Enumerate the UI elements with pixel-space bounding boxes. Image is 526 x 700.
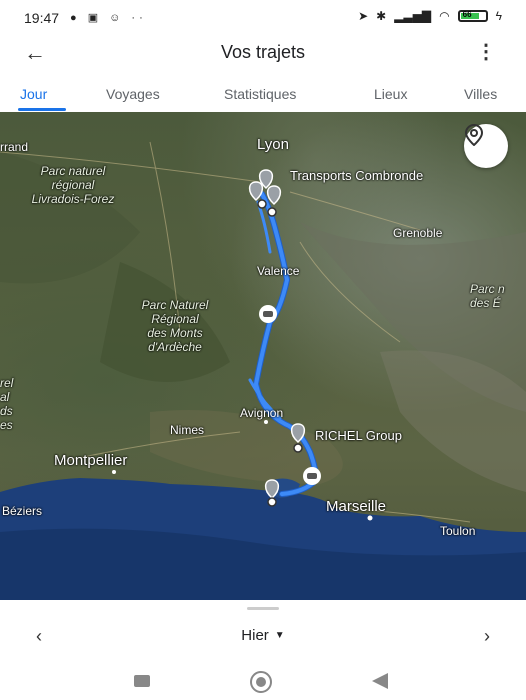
home-icon[interactable] xyxy=(250,671,272,693)
bluetooth-icon: ✱ xyxy=(376,9,387,23)
navigation-icon: ➤ xyxy=(358,9,369,23)
system-back-icon[interactable] xyxy=(372,673,388,689)
location-pin-icon xyxy=(464,124,484,146)
chevron-right-icon[interactable]: › xyxy=(484,626,490,647)
map-label-lyon: Lyon xyxy=(257,136,289,153)
active-tab-indicator xyxy=(18,108,66,111)
page-title: Vos trajets xyxy=(220,42,306,62)
battery-level: 66 xyxy=(462,10,472,19)
recents-icon[interactable] xyxy=(134,675,150,687)
map-label-beziers: Béziers xyxy=(2,504,43,518)
tab-voyages[interactable]: Voyages xyxy=(106,86,160,102)
tab-jour[interactable]: Jour xyxy=(20,86,47,102)
caret-down-icon: ▼ xyxy=(274,630,285,641)
status-time: 19:47 xyxy=(24,10,60,26)
tab-bar: Jour Voyages Statistiques Lieux Villes xyxy=(0,76,526,112)
tab-villes[interactable]: Villes xyxy=(464,86,497,102)
map-label-toulon: Toulon xyxy=(440,524,476,538)
day-label: Hier xyxy=(241,627,269,644)
map-view[interactable]: Lyon Transports Combronde Grenoble Valen… xyxy=(0,112,526,600)
signal-icon: ▂▃▅▇ xyxy=(394,9,432,23)
tab-lieux[interactable]: Lieux xyxy=(374,86,407,102)
notification-icons: ● ▣ ☺ ·· xyxy=(70,12,147,24)
map-label-avignon: Avignon xyxy=(240,406,284,420)
map-label-grenoble: Grenoble xyxy=(393,226,443,240)
map-label-right-edge: Parc n des É xyxy=(470,282,505,310)
map-label-valence: Valence xyxy=(257,264,300,278)
sheet-handle[interactable] xyxy=(247,607,279,610)
map-label-nimes: Nimes xyxy=(170,423,205,437)
map-label-richel: RICHEL Group xyxy=(315,428,402,443)
status-bar: 19:47 ● ▣ ☺ ·· ➤ ✱ ▂▃▅▇ ◠ 66 ϟ xyxy=(0,0,526,36)
map-label-rrand: rrand xyxy=(0,140,29,154)
battery-icon: 66 xyxy=(457,10,488,22)
tab-statistiques[interactable]: Statistiques xyxy=(224,86,296,102)
charging-icon: ϟ xyxy=(495,9,502,23)
map-label-marseille: Marseille xyxy=(326,498,387,515)
system-nav-bar xyxy=(0,662,526,700)
map-label-transports: Transports Combronde xyxy=(290,168,424,183)
map-label-left-edge: rel al ds es xyxy=(0,376,14,432)
locate-button[interactable] xyxy=(464,124,508,168)
more-vert-icon[interactable]: ⋮ xyxy=(476,42,496,62)
map-label-parc-livradois: Parc naturel régional Livradois-Forez xyxy=(31,164,115,206)
wifi-icon: ◠ xyxy=(439,9,450,23)
day-selector[interactable]: Hier ▼ xyxy=(0,627,526,644)
bottom-sheet: ‹ Hier ▼ › xyxy=(0,600,526,662)
app-header: ← Vos trajets ⋮ xyxy=(0,36,526,76)
map-label-parc-ardeche: Parc Naturel Régional des Monts d'Ardèch… xyxy=(141,298,209,354)
status-icons-right: ➤ ✱ ▂▃▅▇ ◠ 66 ϟ xyxy=(358,9,502,23)
map-label-montpellier: Montpellier xyxy=(54,452,128,469)
